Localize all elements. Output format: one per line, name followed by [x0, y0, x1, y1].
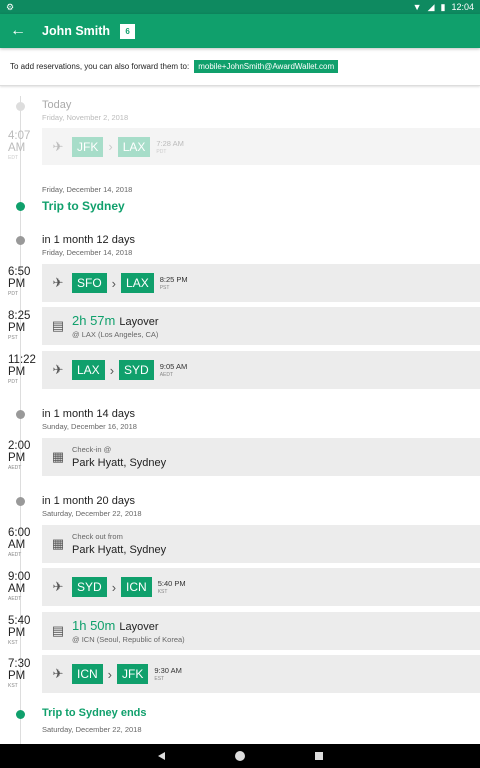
layover-label: Layover	[119, 621, 159, 633]
chevron-right-icon: ›	[109, 362, 115, 378]
group-header: in 1 month 14 days Sunday, December 16, …	[42, 408, 137, 431]
timeline-dot	[16, 236, 25, 245]
flight-card[interactable]: ✈ JFK › LAX 7:28 AM PDT	[42, 128, 480, 165]
nav-back-icon[interactable]	[157, 752, 165, 760]
back-arrow-icon[interactable]: ←	[10, 22, 32, 40]
battery-icon: ▮	[440, 1, 446, 12]
departure-code: JFK	[72, 136, 104, 157]
segment-time: 7:30 PM KST	[8, 658, 31, 689]
settings-icon: ⚙	[6, 1, 15, 12]
trip-date: Friday, December 14, 2018	[42, 185, 133, 194]
hotel-icon: ▦	[51, 449, 65, 464]
group-label: in 1 month 12 days	[42, 234, 135, 246]
layover-duration: 1h 50m	[72, 618, 116, 633]
plane-icon: ✈	[52, 138, 64, 154]
group-header: in 1 month 12 days Friday, December 14, …	[42, 234, 135, 257]
segment-time: 2:00 PM AEDT	[8, 440, 31, 471]
chevron-right-icon: ›	[111, 579, 117, 595]
status-bar: ⚙ ▼ ◢ ▮ 12:04	[0, 0, 480, 14]
arrival-time: 9:30 AM EST	[154, 666, 182, 682]
arrival-code: SYD	[119, 360, 154, 380]
page-title: John Smith	[42, 24, 111, 38]
segment-time: 6:50 PM PDT	[8, 266, 31, 297]
forward-notice: To add reservations, you can also forwar…	[0, 48, 480, 86]
hotel-name: Park Hyatt, Sydney	[72, 544, 167, 556]
segment-time: 11:22 PM PDT	[8, 354, 36, 385]
plane-icon: ✈	[52, 579, 64, 594]
seats-icon: ▤	[51, 623, 65, 638]
plane-icon: ✈	[52, 666, 64, 681]
group-date: Saturday, December 22, 2018	[42, 509, 142, 518]
group-label: in 1 month 20 days	[42, 495, 135, 507]
arrival-code: ICN	[121, 577, 152, 597]
timeline-line	[20, 96, 21, 744]
hotel-name: Park Hyatt, Sydney	[72, 457, 167, 469]
segment-time: 4:07 AM EDT	[8, 130, 31, 161]
timeline: Today Friday, November 2, 2018 4:07 AM E…	[0, 86, 480, 744]
checkin-label: Check-in @	[72, 445, 112, 454]
plane-icon: ✈	[52, 275, 64, 290]
group-label: in 1 month 14 days	[42, 408, 135, 420]
flight-card[interactable]: ✈ ICN › JFK 9:30 AM EST	[42, 655, 480, 693]
hotel-checkout-card[interactable]: ▦ Check out from Park Hyatt, Sydney	[42, 525, 480, 563]
hotel-checkin-card[interactable]: ▦ Check-in @ Park Hyatt, Sydney	[42, 438, 480, 476]
departure-code: SFO	[72, 273, 107, 293]
flight-card[interactable]: ✈ SFO › LAX 8:25 PM PST	[42, 264, 480, 302]
layover-location: @ LAX (Los Angeles, CA)	[72, 330, 159, 339]
arrival-time: 7:28 AM PDT	[156, 138, 184, 155]
arrival-code: LAX	[121, 273, 154, 293]
flight-card[interactable]: ✈ SYD › ICN 5:40 PM KST	[42, 568, 480, 606]
arrival-time: 9:05 AM AEDT	[159, 362, 188, 378]
hotel-icon: ▦	[51, 536, 65, 551]
group-label: Today	[42, 99, 72, 111]
timeline-dot	[16, 102, 25, 111]
trip-title[interactable]: Trip to Sydney	[42, 199, 125, 213]
system-nav-bar	[0, 744, 480, 768]
chevron-right-icon: ›	[111, 275, 117, 291]
nav-home-icon[interactable]	[234, 751, 245, 761]
trip-end-title[interactable]: Trip to Sydney ends	[42, 707, 147, 719]
timeline-dot	[16, 410, 25, 419]
timeline-dot	[16, 202, 25, 211]
forward-email[interactable]: mobile+JohnSmith@AwardWallet.com	[194, 60, 339, 73]
timeline-dot	[16, 497, 25, 506]
layover-label: Layover	[119, 316, 159, 328]
departure-code: ICN	[72, 664, 103, 684]
layover-card[interactable]: ▤ 2h 57m Layover @ LAX (Los Angeles, CA)	[42, 307, 480, 345]
layover-card[interactable]: ▤ 1h 50m Layover @ ICN (Seoul, Republic …	[42, 612, 480, 650]
group-header: in 1 month 20 days Saturday, December 22…	[42, 495, 142, 518]
segment-time: 9:00 AM AEDT	[8, 571, 31, 602]
departure-code: LAX	[72, 360, 105, 380]
chevron-right-icon: ›	[107, 666, 113, 682]
layover-duration: 2h 57m	[72, 313, 116, 328]
nav-recents-icon[interactable]	[314, 752, 323, 760]
forward-text: To add reservations, you can also forwar…	[10, 62, 190, 71]
signal-icon: ◢	[427, 1, 435, 12]
arrival-time: 5:40 PM KST	[157, 579, 186, 595]
segment-time: 5:40 PM KST	[8, 615, 31, 646]
wifi-icon: ▼	[412, 2, 422, 12]
group-header-today: Today Friday, November 2, 2018	[42, 99, 128, 122]
group-date: Friday, November 2, 2018	[42, 113, 129, 122]
plane-icon: ✈	[52, 362, 64, 377]
departure-code: SYD	[72, 577, 107, 597]
trip-end-date: Saturday, December 22, 2018	[42, 725, 142, 734]
arrival-code: LAX	[117, 136, 151, 157]
group-date: Friday, December 14, 2018	[42, 248, 133, 257]
flight-card[interactable]: ✈ LAX › SYD 9:05 AM AEDT	[42, 351, 480, 389]
app-bar: ← John Smith 6	[0, 14, 480, 48]
group-date: Sunday, December 16, 2018	[42, 422, 137, 431]
arrival-code: JFK	[117, 664, 149, 684]
layover-location: @ ICN (Seoul, Republic of Korea)	[72, 635, 185, 644]
count-badge: 6	[120, 23, 136, 39]
checkout-label: Check out from	[72, 532, 123, 541]
arrival-time: 8:25 PM PST	[159, 275, 188, 291]
segment-time: 8:25 PM PST	[8, 310, 31, 341]
chevron-right-icon: ›	[108, 139, 113, 154]
status-time: 12:04	[451, 2, 474, 12]
timeline-dot	[16, 710, 25, 719]
segment-time: 6:00 AM AEDT	[8, 527, 31, 558]
seats-icon: ▤	[51, 318, 65, 333]
